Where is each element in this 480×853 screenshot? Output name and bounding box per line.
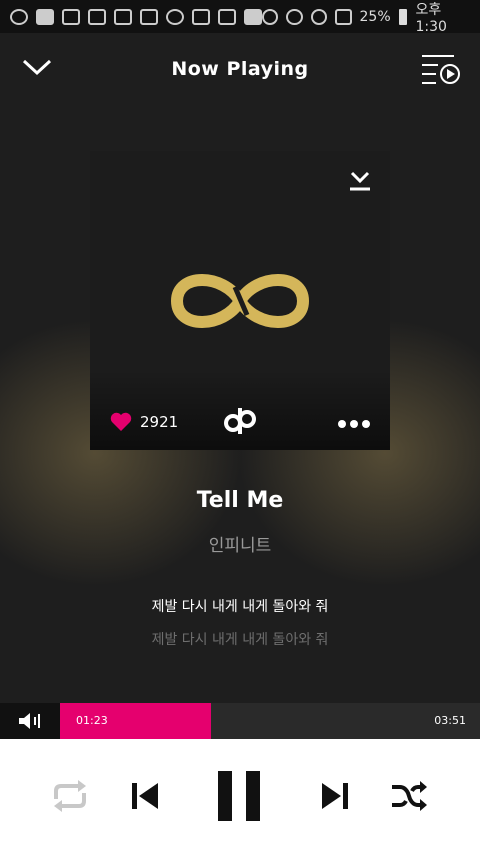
more-options-button[interactable] — [338, 420, 370, 428]
total-time: 03:51 — [434, 714, 466, 727]
more-dot-icon — [362, 420, 370, 428]
app-m-icon — [36, 8, 54, 25]
wifi-icon — [310, 8, 328, 25]
pause-icon[interactable] — [216, 771, 262, 821]
youtube-icon — [244, 8, 262, 25]
next-track-icon[interactable] — [320, 781, 350, 811]
lyric-next[interactable]: 제발 다시 내게 내게 돌아와 줘 — [0, 629, 480, 649]
status-bar: 25% 오후 1:30 — [0, 0, 480, 35]
like-button[interactable]: 2921 — [110, 412, 178, 432]
lyric-current[interactable]: 제발 다시 내게 내게 돌아와 줘 — [0, 596, 480, 616]
heart-icon — [110, 412, 132, 431]
mute-icon — [262, 8, 279, 25]
phone-icon — [114, 8, 132, 25]
more-dot-icon — [338, 420, 346, 428]
volume-button[interactable] — [0, 703, 60, 739]
battery-icon — [398, 8, 408, 25]
like-count: 2921 — [140, 413, 179, 431]
image-icon — [140, 8, 158, 25]
hand-icon — [218, 8, 236, 25]
previous-track-icon[interactable] — [130, 781, 160, 811]
header: Now Playing — [0, 33, 480, 105]
notification-icons — [10, 8, 262, 25]
progress-row: 01:23 03:51 — [0, 703, 480, 739]
signal-icon — [335, 8, 352, 25]
more-dot-icon — [350, 420, 358, 428]
song-title: Tell Me — [196, 488, 284, 513]
missed-call-icon — [88, 8, 106, 25]
repeat-icon[interactable] — [50, 779, 90, 813]
artist-name[interactable]: 인피니트 — [0, 531, 480, 556]
check-icon — [192, 8, 210, 25]
shuffle-icon[interactable] — [390, 779, 428, 813]
battery-percent: 25% — [359, 8, 391, 25]
current-time: 01:23 — [76, 714, 108, 727]
volume-icon — [19, 713, 40, 729]
chevron-down-icon[interactable] — [20, 53, 54, 81]
playback-controls — [0, 739, 480, 853]
album-art: 2921 — [90, 151, 390, 450]
playlist-icon[interactable] — [418, 51, 462, 87]
dp-logo-icon — [224, 408, 256, 434]
chat-icon — [10, 8, 28, 25]
clock: 오후 1:30 — [415, 1, 447, 35]
download-icon[interactable] — [348, 167, 372, 193]
system-status: 25% 오후 1:30 — [262, 0, 470, 35]
page-title: Now Playing — [171, 58, 309, 80]
seek-bar[interactable]: 01:23 03:51 — [60, 703, 480, 739]
mail-icon — [62, 8, 80, 25]
smile-icon — [166, 8, 184, 25]
infinity-logo — [170, 274, 310, 328]
alarm-icon — [286, 8, 303, 25]
